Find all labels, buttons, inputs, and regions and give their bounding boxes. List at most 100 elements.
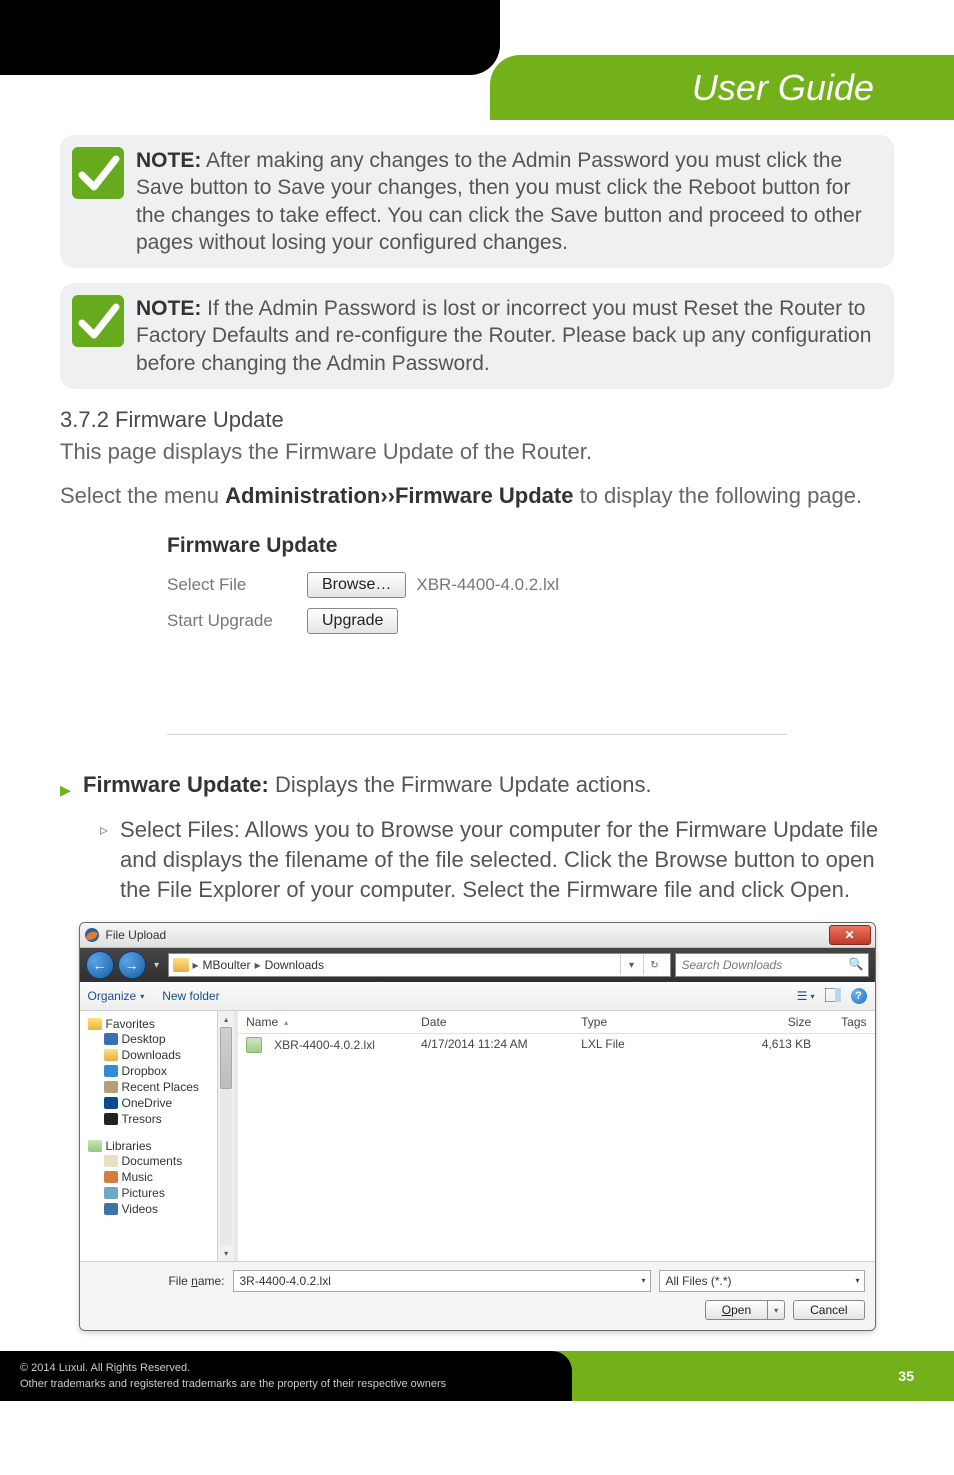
dialog-toolbar: Organize ▾ New folder ☰ ▾ ? [80,982,875,1011]
libraries-icon [88,1140,102,1152]
dialog-titlebar[interactable]: File Upload ✕ [80,923,875,948]
chevron-down-icon[interactable]: ▾ [855,1276,859,1285]
select-menu-pre: Select the menu [60,483,225,508]
favorites-label: Favorites [106,1017,155,1031]
view-mode-button[interactable]: ☰ ▾ [797,989,815,1003]
new-folder-button[interactable]: New folder [162,989,219,1003]
sidebar-item-recent-places[interactable]: Recent Places [88,1079,235,1095]
folder-icon [173,958,189,972]
libraries-label: Libraries [106,1139,152,1153]
chevron-down-icon[interactable]: ▾ [641,1276,645,1285]
firefox-icon [84,927,100,943]
bullet-strong: Firmware Update: [83,772,269,797]
open-rest: pen [731,1303,751,1317]
breadcrumb-sep-icon: ▸ [193,958,199,972]
nav-history-dropdown[interactable]: ▾ [150,952,164,978]
address-dropdown-icon[interactable]: ▾ [620,955,643,975]
sidebar-scrollbar[interactable]: ▴ ▾ [217,1011,234,1261]
page-header: User Guide [0,0,954,120]
refresh-icon[interactable]: ↻ [643,955,666,975]
sidebar-item-desktop[interactable]: Desktop [88,1031,235,1047]
cancel-button[interactable]: Cancel [793,1300,864,1320]
note-text: NOTE: After making any changes to the Ad… [136,147,874,256]
search-icon[interactable]: 🔍 [849,957,864,971]
bullet-firmware-update: ▸ Firmware Update: Displays the Firmware… [60,770,894,805]
note-label: NOTE: [136,149,201,172]
scroll-thumb[interactable] [220,1027,232,1089]
section-select-menu: Select the menu Administration››Firmware… [60,481,894,511]
action-buttons-row: Open ▾ Cancel [90,1300,865,1320]
help-button[interactable]: ? [851,988,867,1004]
copyright-line: © 2014 Luxul. All Rights Reserved. [20,1361,552,1376]
filetype-select[interactable]: All Files (*.*) ▾ [659,1270,865,1292]
column-headers: Name▴ Date Type Size Tags [238,1011,874,1034]
selected-filename: XBR-4400-4.0.2.lxl [416,575,559,595]
scroll-down-icon[interactable]: ▾ [218,1245,234,1261]
sidebar-item-onedrive[interactable]: OneDrive [88,1095,235,1111]
note-text: NOTE: If the Admin Password is lost or i… [136,295,874,377]
favorites-group: Favorites Desktop Downloads Dropbox Rece… [88,1017,235,1127]
favorites-header[interactable]: Favorites [88,1017,235,1031]
sidebar-label: Recent Places [122,1080,199,1094]
libraries-header[interactable]: Libraries [88,1139,235,1153]
desktop-icon [104,1033,118,1045]
breadcrumb-mboulter[interactable]: MBoulter [203,958,251,972]
filename-label-pre: File [168,1274,191,1288]
address-bar-row: ← → ▾ ▸ MBoulter ▸ Downloads ▾ ↻ Search … [80,948,875,982]
nav-forward-button[interactable]: → [118,951,146,979]
note-body: After making any changes to the Admin Pa… [136,149,862,254]
sidebar-item-downloads[interactable]: Downloads [88,1047,235,1063]
note-box-1: NOTE: After making any changes to the Ad… [60,135,894,268]
open-button[interactable]: Open ▾ [705,1300,785,1320]
dialog-footer: File name: 3R-4400-4.0.2.lxl ▾ All Files… [80,1261,875,1330]
sidebar-label: Tresors [122,1112,162,1126]
col-header-tags[interactable]: Tags [811,1015,866,1029]
bullet-strong: Select Files: [120,817,240,842]
videos-icon [104,1203,118,1215]
sort-asc-icon: ▴ [284,1018,288,1027]
file-name: XBR-4400-4.0.2.lxl [274,1038,375,1052]
sidebar-label: OneDrive [122,1096,173,1110]
downloads-icon [104,1049,118,1061]
footer-black-bar: © 2014 Luxul. All Rights Reserved. Other… [0,1351,572,1401]
upgrade-button[interactable]: Upgrade [307,608,398,634]
note-body: If the Admin Password is lost or incorre… [136,297,871,375]
search-input[interactable]: Search Downloads 🔍 [675,953,869,977]
close-button[interactable]: ✕ [829,925,871,945]
sidebar-item-pictures[interactable]: Pictures [88,1185,235,1201]
open-dropdown-icon[interactable]: ▾ [768,1300,785,1320]
col-header-name[interactable]: Name▴ [246,1015,421,1029]
filename-label: File name: [90,1274,225,1288]
breadcrumb-downloads[interactable]: Downloads [265,958,324,972]
col-header-type[interactable]: Type [581,1015,701,1029]
col-header-date[interactable]: Date [421,1015,581,1029]
sidebar-label: Dropbox [122,1064,167,1078]
filename-input[interactable]: 3R-4400-4.0.2.lxl ▾ [233,1270,651,1292]
note-label: NOTE: [136,297,201,320]
sidebar-item-videos[interactable]: Videos [88,1201,235,1217]
section-heading: 3.7.2 Firmware Update [60,407,894,433]
col-header-size[interactable]: Size [701,1015,811,1029]
footer-green-bar: 35 [554,1351,954,1401]
scroll-up-icon[interactable]: ▴ [218,1011,234,1027]
preview-pane-button[interactable] [825,988,841,1005]
header-green-edge [914,55,954,120]
bullet-select-files: ▹ Select Files: Allows you to Browse you… [100,815,894,904]
address-bar[interactable]: ▸ MBoulter ▸ Downloads ▾ ↻ [168,953,671,977]
trademark-line: Other trademarks and registered trademar… [20,1377,552,1392]
organize-button[interactable]: Organize ▾ [88,989,145,1003]
bullet-text: Firmware Update: Displays the Firmware U… [83,770,652,805]
sidebar-label: Pictures [122,1186,165,1200]
browse-button[interactable]: Browse… [307,572,406,598]
file-row[interactable]: XBR-4400-4.0.2.lxl 4/17/2014 11:24 AM LX… [238,1034,874,1056]
sidebar-item-documents[interactable]: Documents [88,1153,235,1169]
firmware-update-panel: Firmware Update Select File Browse… XBR-… [167,524,787,735]
nav-back-button[interactable]: ← [86,951,114,979]
header-green-bar: User Guide [490,55,914,120]
file-tags-cell [811,1037,866,1053]
libraries-group: Libraries Documents Music Pictures Video… [88,1139,235,1217]
sidebar-item-dropbox[interactable]: Dropbox [88,1063,235,1079]
open-button-main[interactable]: Open [705,1300,768,1320]
sidebar-item-music[interactable]: Music [88,1169,235,1185]
sidebar-item-tresors[interactable]: Tresors [88,1111,235,1127]
